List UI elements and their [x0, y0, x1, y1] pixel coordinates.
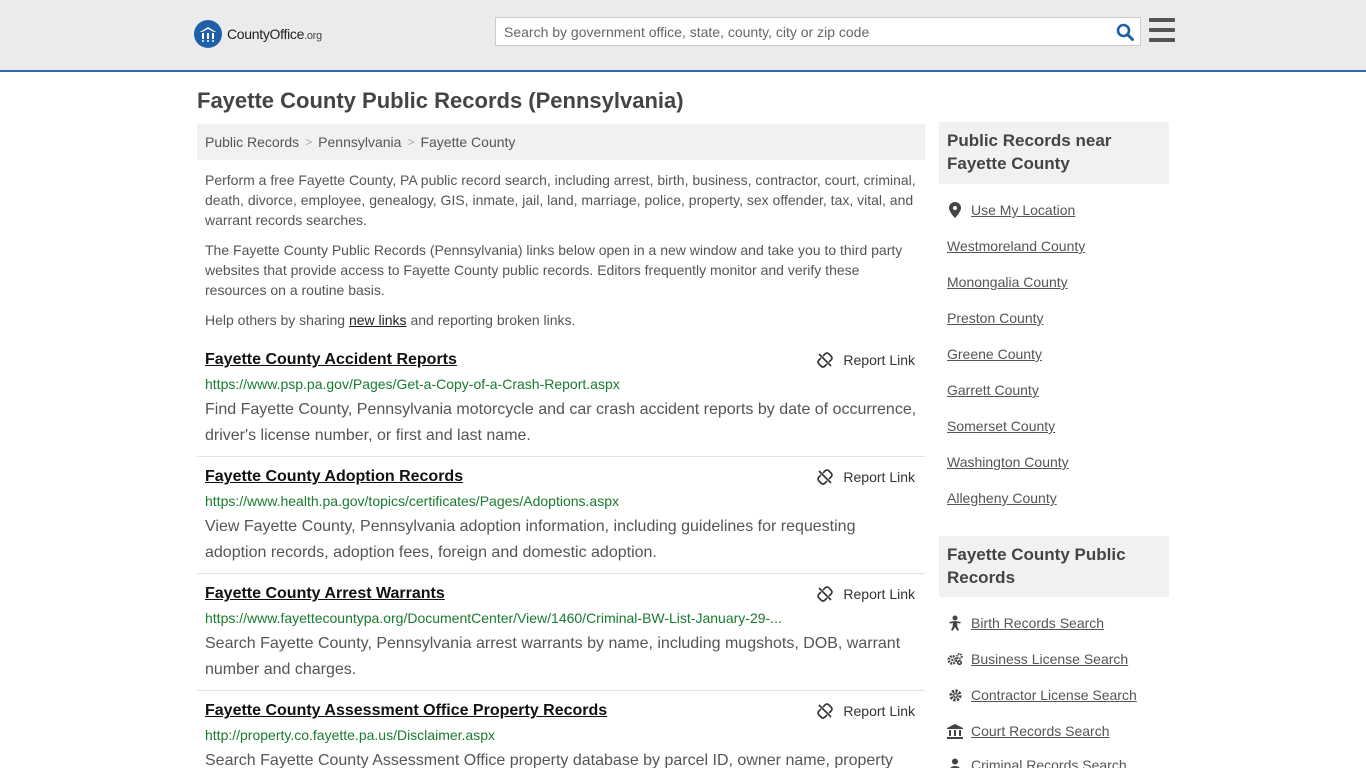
criminal-records-link[interactable]: Criminal Records Search [947, 757, 1127, 768]
courthouse-icon [947, 723, 963, 739]
report-link-button[interactable]: Report Link [817, 586, 915, 602]
record-item: Fayette County Arrest Warrants Report Li… [197, 585, 925, 691]
nearby-county-link[interactable]: Greene County [947, 346, 1042, 362]
record-description: Find Fayette County, Pennsylvania motorc… [205, 401, 917, 444]
record-item: Fayette County Assessment Office Propert… [197, 702, 925, 768]
new-links-link[interactable]: new links [349, 312, 407, 328]
search-input[interactable] [496, 18, 1110, 45]
nearby-county-link[interactable]: Garrett County [947, 382, 1039, 398]
search-button[interactable] [1110, 18, 1140, 45]
person-icon [947, 758, 963, 768]
contractor-license-link[interactable]: Contractor License Search [947, 687, 1137, 703]
breadcrumb-separator-icon: > [407, 135, 415, 149]
nearby-county-link[interactable]: Monongalia County [947, 274, 1068, 290]
broken-link-icon [817, 352, 834, 368]
gear-icon [947, 688, 963, 703]
search-bar [495, 17, 1141, 46]
broken-link-icon [817, 703, 834, 719]
logo-name: CountyOffice [227, 26, 305, 42]
site-logo[interactable]: CountyOffice.org [194, 20, 322, 48]
nearby-county-link[interactable]: Westmoreland County [947, 238, 1085, 254]
search-icon [1116, 23, 1134, 41]
nearby-county-link[interactable]: Preston County [947, 310, 1044, 326]
broken-link-icon [817, 469, 834, 485]
intro-report-text: and reporting broken links. [406, 312, 576, 328]
report-link-label: Report Link [843, 352, 915, 368]
logo-badge-icon [194, 20, 222, 48]
business-license-link[interactable]: Business License Search [947, 651, 1128, 667]
logo-text: CountyOffice.org [227, 26, 322, 42]
court-records-label: Court Records Search [971, 723, 1110, 739]
criminal-records-label: Criminal Records Search [971, 757, 1127, 768]
breadcrumb-separator-icon: > [305, 135, 313, 149]
use-my-location-link[interactable]: Use My Location [947, 202, 1075, 218]
report-link-button[interactable]: Report Link [817, 352, 915, 368]
broken-link-icon [817, 586, 834, 602]
intro-paragraph-1: Perform a free Fayette County, PA public… [205, 172, 916, 228]
breadcrumb: Public Records > Pennsylvania > Fayette … [197, 124, 925, 160]
record-description: Search Fayette County, Pennsylvania arre… [205, 635, 901, 678]
record-title-link[interactable]: Fayette County Assessment Office Propert… [205, 702, 607, 720]
birth-records-link[interactable]: Birth Records Search [947, 615, 1104, 631]
record-url: https://www.fayettecountypa.org/Document… [205, 610, 782, 626]
page-title: Fayette County Public Records (Pennsylva… [197, 88, 684, 113]
business-license-label: Business License Search [971, 651, 1129, 667]
record-title-link[interactable]: Fayette County Accident Reports [205, 351, 457, 369]
record-item: Fayette County Adoption Records Report L… [197, 468, 925, 574]
baby-icon [947, 615, 963, 631]
court-records-link[interactable]: Court Records Search [947, 723, 1110, 739]
location-pin-icon [947, 202, 963, 218]
birth-records-label: Birth Records Search [971, 615, 1105, 631]
record-url: http://property.co.fayette.pa.us/Disclai… [205, 727, 495, 743]
report-link-label: Report Link [843, 469, 915, 485]
intro-paragraph-2: The Fayette County Public Records (Penns… [205, 242, 903, 298]
record-url: https://www.health.pa.gov/topics/certifi… [205, 493, 620, 509]
breadcrumb-public-records[interactable]: Public Records [205, 134, 299, 150]
record-description: Search Fayette County Assessment Office … [205, 752, 894, 768]
record-title-link[interactable]: Fayette County Arrest Warrants [205, 585, 445, 603]
hamburger-menu-icon[interactable] [1149, 18, 1175, 42]
record-url: https://www.psp.pa.gov/Pages/Get-a-Copy-… [205, 376, 620, 392]
report-link-button[interactable]: Report Link [817, 703, 915, 719]
record-title-link[interactable]: Fayette County Adoption Records [205, 468, 463, 486]
top-bar: CountyOffice.org [0, 0, 1366, 72]
intro-share-text: Help others by sharing [205, 312, 349, 328]
record-item: Fayette County Accident Reports Report L… [197, 351, 925, 457]
nearby-county-link[interactable]: Washington County [947, 454, 1069, 470]
logo-tld: .org [304, 30, 322, 42]
breadcrumb-fayette-county: Fayette County [420, 134, 516, 150]
report-link-label: Report Link [843, 586, 915, 602]
record-description: View Fayette County, Pennsylvania adopti… [205, 518, 856, 561]
use-my-location-label: Use My Location [971, 202, 1076, 218]
county-records-heading: Fayette County Public Records [939, 536, 1169, 597]
nearby-county-link[interactable]: Allegheny County [947, 490, 1057, 506]
gears-icon [947, 651, 963, 667]
breadcrumb-pennsylvania[interactable]: Pennsylvania [318, 134, 401, 150]
report-link-label: Report Link [843, 703, 915, 719]
contractor-license-label: Contractor License Search [971, 687, 1137, 703]
nearby-county-link[interactable]: Somerset County [947, 418, 1055, 434]
intro-paragraph-3: Help others by sharing new links and rep… [205, 310, 920, 330]
report-link-button[interactable]: Report Link [817, 469, 915, 485]
nearby-records-heading: Public Records near Fayette County [939, 122, 1169, 184]
